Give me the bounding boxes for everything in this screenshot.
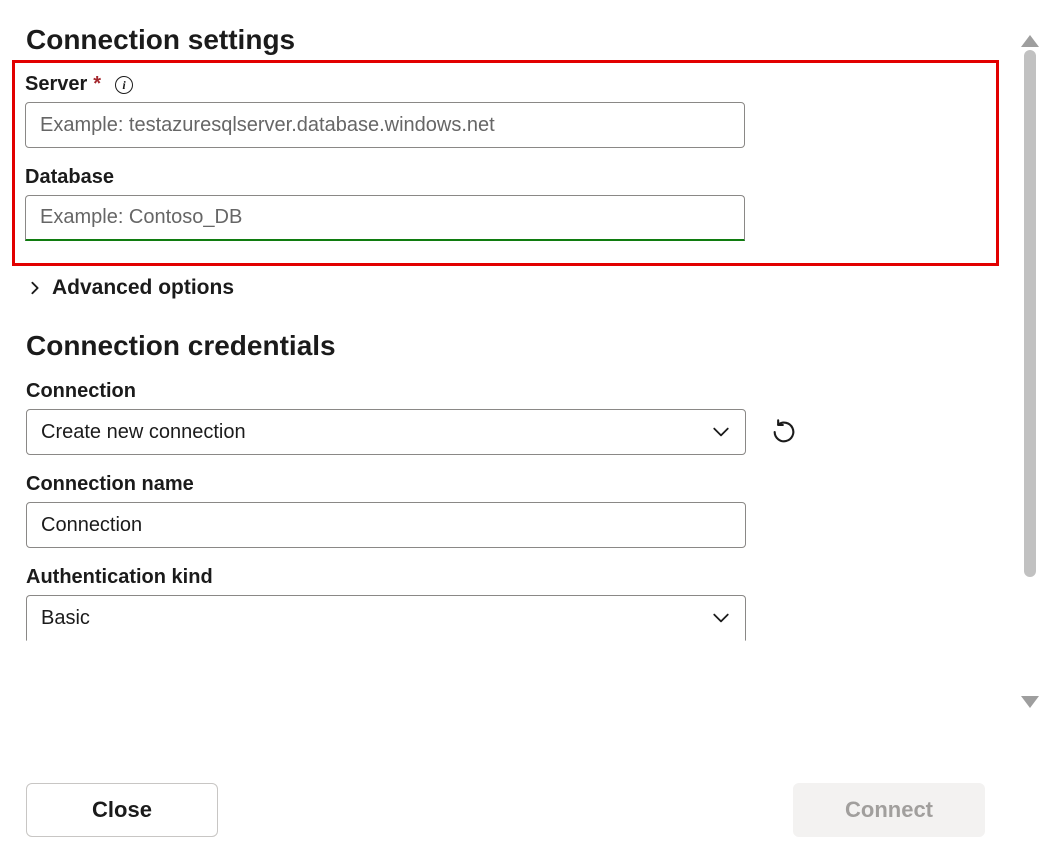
- scroll-track[interactable]: [1024, 50, 1036, 693]
- connect-button: Connect: [793, 783, 985, 837]
- dialog-content: Connection settings Server * i Database …: [0, 0, 1011, 851]
- connection-name-label-row: Connection name: [26, 473, 985, 496]
- database-field-group: Database: [25, 166, 986, 241]
- connection-label: Connection: [26, 380, 136, 403]
- connection-field-group: Connection Create new connection: [26, 380, 985, 455]
- auth-kind-label: Authentication kind: [26, 566, 213, 589]
- chevron-right-icon: [28, 281, 42, 295]
- connection-name-field-group: Connection name: [26, 473, 985, 548]
- close-button[interactable]: Close: [26, 783, 218, 837]
- scroll-up-button[interactable]: [1019, 32, 1041, 50]
- info-icon[interactable]: i: [115, 76, 133, 94]
- dialog-footer: Close Connect: [0, 783, 1011, 837]
- connection-settings-heading: Connection settings: [26, 24, 985, 56]
- connection-name-input[interactable]: [26, 502, 746, 548]
- database-label-row: Database: [25, 166, 986, 189]
- connection-select-wrap: Create new connection: [26, 409, 746, 455]
- refresh-button[interactable]: [766, 414, 802, 450]
- highlighted-settings-group: Server * i Database: [12, 60, 999, 266]
- advanced-options-label: Advanced options: [52, 276, 234, 300]
- server-input[interactable]: [25, 102, 745, 148]
- auth-kind-field-group: Authentication kind Basic: [26, 566, 985, 641]
- database-label: Database: [25, 166, 114, 189]
- scroll-up-arrow-icon: [1021, 35, 1039, 47]
- auth-kind-select-wrap: Basic: [26, 595, 746, 641]
- server-label-row: Server * i: [25, 73, 986, 96]
- server-label: Server: [25, 73, 87, 96]
- server-field-group: Server * i: [25, 73, 986, 148]
- database-input[interactable]: [25, 195, 745, 241]
- vertical-scrollbar[interactable]: [1019, 32, 1041, 711]
- refresh-icon: [770, 418, 798, 446]
- auth-kind-label-row: Authentication kind: [26, 566, 985, 589]
- advanced-options-toggle[interactable]: Advanced options: [28, 276, 985, 300]
- connection-name-label: Connection name: [26, 473, 194, 496]
- scroll-down-arrow-icon: [1021, 696, 1039, 708]
- connection-select[interactable]: Create new connection: [26, 409, 746, 455]
- required-marker: *: [93, 73, 101, 96]
- scroll-thumb[interactable]: [1024, 50, 1036, 577]
- connection-label-row: Connection: [26, 380, 985, 403]
- connection-credentials-heading: Connection credentials: [26, 330, 985, 362]
- scroll-down-button[interactable]: [1019, 693, 1041, 711]
- auth-kind-select[interactable]: Basic: [26, 595, 746, 641]
